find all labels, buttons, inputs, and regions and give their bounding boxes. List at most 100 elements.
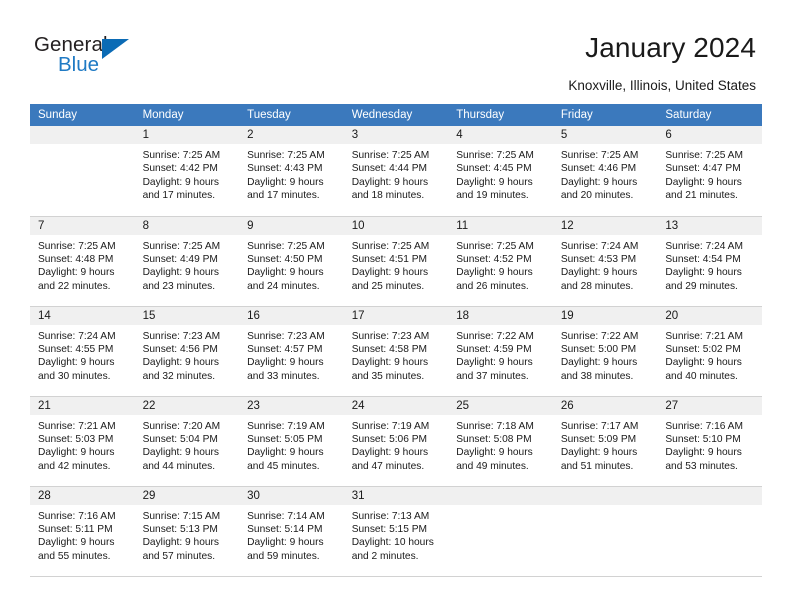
sunset-time: Sunset: 4:58 PM bbox=[351, 343, 428, 355]
daylight-duration-line1: Daylight: 9 hours bbox=[247, 357, 324, 369]
day-details: Sunrise: 7:25 AM Sunset: 4:45 PM Daylight:… bbox=[448, 144, 553, 203]
sunrise-time: Sunrise: 7:23 AM bbox=[351, 330, 430, 342]
calendar-day-cell[interactable]: 7 Sunrise: 7:25 AM Sunset: 4:48 PM Daylight… bbox=[30, 216, 135, 307]
calendar-day-cell[interactable]: 6 Sunrise: 7:25 AM Sunset: 4:47 PM Daylight… bbox=[657, 126, 762, 217]
sunset-time: Sunset: 4:51 PM bbox=[351, 253, 428, 265]
daylight-duration-line1: Daylight: 9 hours bbox=[38, 537, 115, 549]
daylight-duration-line1: Daylight: 9 hours bbox=[142, 537, 220, 549]
calendar-day-cell[interactable]: 10 Sunrise: 7:25 AM Sunset: 4:51 PM Dayligh… bbox=[343, 216, 449, 307]
sunrise-time: Sunrise: 7:23 AM bbox=[142, 330, 221, 342]
calendar-day-cell[interactable]: 16 Sunrise: 7:23 AM Sunset: 4:57 PM Dayligh… bbox=[239, 306, 344, 397]
day-number: 12 bbox=[552, 216, 658, 235]
day-details: Sunrise: 7:20 AM Sunset: 5:04 PM Daylight:… bbox=[135, 415, 240, 474]
calendar-day-cell[interactable]: 23 Sunrise: 7:19 AM Sunset: 5:05 PM Dayligh… bbox=[239, 396, 344, 487]
calendar-day-cell[interactable]: 27 Sunrise: 7:16 AM Sunset: 5:10 PM Dayligh… bbox=[657, 396, 762, 487]
day-number: 17 bbox=[343, 306, 449, 325]
day-number: 18 bbox=[448, 306, 553, 325]
calendar-day-cell[interactable]: 4 Sunrise: 7:25 AM Sunset: 4:45 PM Daylight… bbox=[448, 126, 553, 217]
calendar-week-row: 7 Sunrise: 7:25 AM Sunset: 4:48 PM Daylight… bbox=[30, 216, 762, 307]
calendar-day-cell[interactable]: 13 Sunrise: 7:24 AM Sunset: 4:54 PM Dayligh… bbox=[657, 216, 762, 307]
day-number: 30 bbox=[239, 486, 344, 505]
calendar-table: Sunday Monday Tuesday Wednesday Thursday… bbox=[30, 104, 762, 577]
sunrise-time: Sunrise: 7:25 AM bbox=[665, 150, 743, 161]
daylight-duration-line1: Daylight: 9 hours bbox=[351, 267, 429, 279]
day-number: 5 bbox=[552, 126, 658, 144]
daylight-duration-line2: and 49 minutes. bbox=[456, 460, 529, 472]
day-details: Sunrise: 7:18 AM Sunset: 5:08 PM Daylight:… bbox=[448, 415, 553, 474]
calendar-day-cell[interactable]: 22 Sunrise: 7:20 AM Sunset: 5:04 PM Dayligh… bbox=[134, 396, 240, 487]
calendar-day-cell[interactable]: 20 Sunrise: 7:21 AM Sunset: 5:02 PM Dayligh… bbox=[657, 306, 762, 397]
daylight-duration-line2: and 44 minutes. bbox=[142, 460, 216, 472]
day-details: Sunrise: 7:25 AM Sunset: 4:42 PM Daylight:… bbox=[135, 144, 240, 203]
calendar-day-cell[interactable]: 1 Sunrise: 7:25 AM Sunset: 4:42 PM Daylight… bbox=[134, 126, 240, 217]
sunrise-time: Sunrise: 7:25 AM bbox=[456, 240, 534, 252]
day-number: 21 bbox=[30, 396, 135, 415]
sunset-time: Sunset: 5:02 PM bbox=[665, 343, 741, 355]
calendar-day-cell[interactable]: 2 Sunrise: 7:25 AM Sunset: 4:43 PM Daylight… bbox=[239, 126, 344, 217]
calendar-day-cell[interactable]: 5 Sunrise: 7:25 AM Sunset: 4:46 PM Daylight… bbox=[552, 126, 658, 217]
calendar-day-cell[interactable]: 12 Sunrise: 7:24 AM Sunset: 4:53 PM Dayligh… bbox=[552, 216, 658, 307]
day-details: Sunrise: 7:25 AM Sunset: 4:48 PM Daylight:… bbox=[30, 235, 135, 294]
daylight-duration-line2: and 38 minutes. bbox=[560, 370, 634, 382]
calendar-day-cell[interactable]: 18 Sunrise: 7:22 AM Sunset: 4:59 PM Dayligh… bbox=[448, 306, 553, 397]
sunrise-time: Sunrise: 7:19 AM bbox=[247, 420, 325, 432]
sunrise-time: Sunrise: 7:21 AM bbox=[38, 420, 116, 432]
calendar-day-cell[interactable]: 9 Sunrise: 7:25 AM Sunset: 4:50 PM Daylight… bbox=[239, 216, 344, 307]
daylight-duration-line1: Daylight: 9 hours bbox=[38, 357, 115, 369]
day-number: 28 bbox=[30, 486, 135, 505]
sunset-time: Sunset: 4:44 PM bbox=[351, 163, 428, 175]
day-details: Sunrise: 7:21 AM Sunset: 5:03 PM Daylight:… bbox=[30, 415, 135, 474]
day-details: Sunrise: 7:25 AM Sunset: 4:44 PM Daylight:… bbox=[344, 144, 449, 203]
daylight-duration-line2: and 57 minutes. bbox=[142, 550, 216, 562]
sunset-time: Sunset: 5:04 PM bbox=[142, 433, 218, 445]
day-details: Sunrise: 7:25 AM Sunset: 4:49 PM Daylight:… bbox=[135, 235, 240, 294]
calendar-day-cell[interactable]: 21 Sunrise: 7:21 AM Sunset: 5:03 PM Dayligh… bbox=[30, 396, 135, 487]
weekday-header-wednesday: Wednesday bbox=[343, 104, 449, 126]
daylight-duration-line2: and 25 minutes. bbox=[351, 280, 425, 292]
daylight-duration-line2: and 17 minutes. bbox=[247, 190, 320, 202]
sunrise-time: Sunrise: 7:22 AM bbox=[456, 330, 534, 342]
daylight-duration-line2: and 30 minutes. bbox=[38, 370, 111, 382]
calendar-day-cell[interactable]: 17 Sunrise: 7:23 AM Sunset: 4:58 PM Dayligh… bbox=[343, 306, 449, 397]
daylight-duration-line1: Daylight: 9 hours bbox=[247, 267, 324, 279]
sunrise-time: Sunrise: 7:25 AM bbox=[38, 240, 116, 252]
calendar-day-cell[interactable]: 8 Sunrise: 7:25 AM Sunset: 4:49 PM Daylight… bbox=[134, 216, 240, 307]
daylight-duration-line1: Daylight: 9 hours bbox=[665, 176, 742, 188]
calendar-day-cell[interactable]: 30 Sunrise: 7:14 AM Sunset: 5:14 PM Dayligh… bbox=[239, 486, 344, 577]
daylight-duration-line2: and 35 minutes. bbox=[351, 370, 425, 382]
calendar-day-cell[interactable]: 28 Sunrise: 7:16 AM Sunset: 5:11 PM Dayligh… bbox=[30, 486, 135, 577]
daylight-duration-line2: and 22 minutes. bbox=[38, 280, 111, 292]
day-details: Sunrise: 7:23 AM Sunset: 4:56 PM Daylight:… bbox=[135, 325, 240, 384]
sunrise-time: Sunrise: 7:17 AM bbox=[560, 420, 639, 432]
calendar-day-cell[interactable]: 25 Sunrise: 7:18 AM Sunset: 5:08 PM Dayligh… bbox=[448, 396, 553, 487]
page-subtitle: Knoxville, Illinois, United States bbox=[568, 78, 756, 93]
calendar-day-cell[interactable]: 24 Sunrise: 7:19 AM Sunset: 5:06 PM Dayligh… bbox=[343, 396, 449, 487]
calendar-day-cell[interactable]: 19 Sunrise: 7:22 AM Sunset: 5:00 PM Dayligh… bbox=[552, 306, 658, 397]
sunset-time: Sunset: 5:11 PM bbox=[38, 523, 113, 535]
calendar-day-cell[interactable]: 11 Sunrise: 7:25 AM Sunset: 4:52 PM Dayligh… bbox=[448, 216, 553, 307]
day-number: 20 bbox=[657, 306, 762, 325]
brand-logo[interactable]: General Blue bbox=[34, 34, 144, 82]
day-number: 24 bbox=[343, 396, 449, 415]
weekday-header-saturday: Saturday bbox=[657, 104, 762, 126]
calendar-day-cell[interactable]: 3 Sunrise: 7:25 AM Sunset: 4:44 PM Daylight… bbox=[343, 126, 449, 217]
daylight-duration-line1: Daylight: 10 hours bbox=[351, 537, 434, 549]
calendar-day-cell[interactable]: 31 Sunrise: 7:13 AM Sunset: 5:15 PM Dayligh… bbox=[343, 486, 449, 577]
day-number: 23 bbox=[239, 396, 344, 415]
calendar-day-cell[interactable]: 14 Sunrise: 7:24 AM Sunset: 4:55 PM Dayligh… bbox=[30, 306, 135, 397]
sunset-time: Sunset: 5:00 PM bbox=[560, 343, 637, 355]
sunrise-time: Sunrise: 7:19 AM bbox=[351, 420, 430, 432]
calendar-day-cell[interactable]: 29 Sunrise: 7:15 AM Sunset: 5:13 PM Dayligh… bbox=[134, 486, 240, 577]
calendar-day-cell[interactable]: 15 Sunrise: 7:23 AM Sunset: 4:56 PM Dayligh… bbox=[134, 306, 240, 397]
daylight-duration-line2: and 20 minutes. bbox=[560, 190, 634, 202]
daylight-duration-line1: Daylight: 9 hours bbox=[665, 267, 742, 279]
daylight-duration-line1: Daylight: 9 hours bbox=[456, 176, 533, 188]
daylight-duration-line1: Daylight: 9 hours bbox=[351, 357, 429, 369]
calendar-day-cell[interactable]: 26 Sunrise: 7:17 AM Sunset: 5:09 PM Dayligh… bbox=[552, 396, 658, 487]
sunset-time: Sunset: 4:57 PM bbox=[247, 343, 323, 355]
sunset-time: Sunset: 4:52 PM bbox=[456, 253, 532, 265]
page-header: General Blue January 2024 Knoxville, Ill… bbox=[0, 0, 792, 100]
sunrise-time: Sunrise: 7:22 AM bbox=[560, 330, 639, 342]
daylight-duration-line2: and 40 minutes. bbox=[665, 370, 738, 382]
sunrise-time: Sunrise: 7:16 AM bbox=[38, 510, 116, 522]
